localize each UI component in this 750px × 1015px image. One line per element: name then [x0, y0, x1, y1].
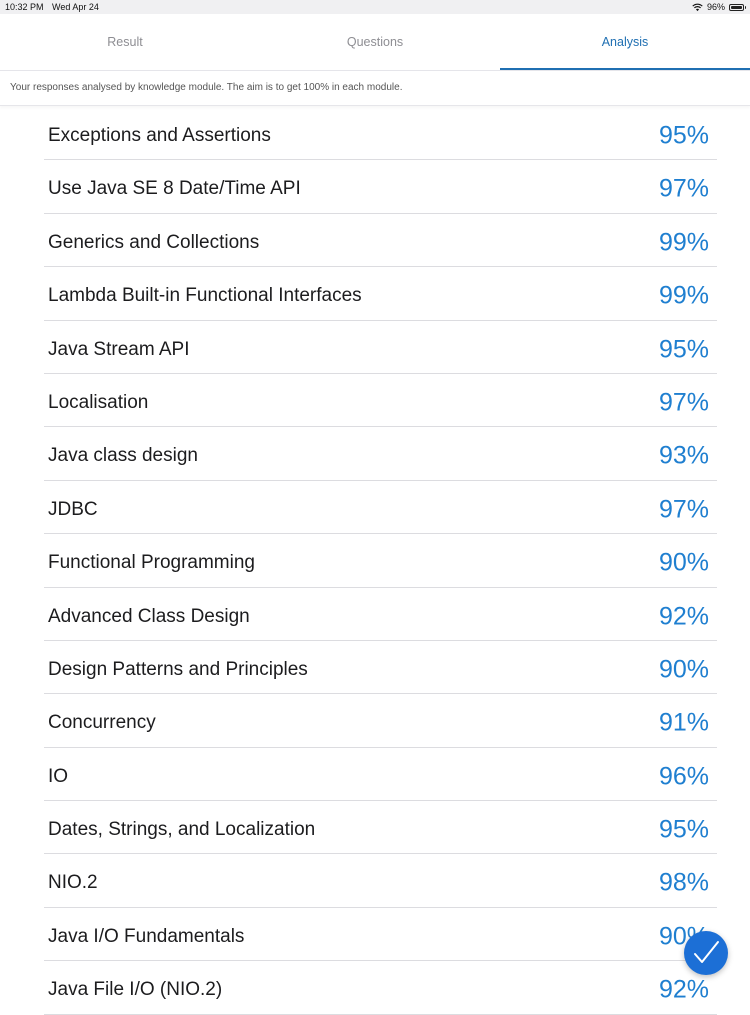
module-name: Functional Programming	[48, 552, 255, 574]
tab-bar: Result Questions Analysis	[0, 14, 750, 70]
module-score: 99%	[658, 228, 709, 257]
module-score: 97%	[658, 174, 709, 203]
module-name: Java File I/O (NIO.2)	[48, 979, 223, 1001]
module-row[interactable]: Java class design 93%	[44, 427, 717, 481]
module-score: 96%	[658, 762, 709, 791]
module-row[interactable]: Use Java SE 8 Date/Time API 97%	[44, 160, 717, 214]
module-name: Dates, Strings, and Localization	[48, 819, 316, 841]
battery-percent: 96%	[706, 2, 725, 12]
module-score: 95%	[658, 121, 709, 150]
module-row[interactable]: Exceptions and Assertions 95%	[44, 107, 717, 161]
module-name: NIO.2	[48, 872, 98, 894]
module-name: Localisation	[48, 391, 149, 413]
module-name: Exceptions and Assertions	[48, 125, 271, 146]
module-name: JDBC	[48, 498, 98, 520]
tab-questions[interactable]: Questions	[250, 14, 500, 70]
module-score: 92%	[658, 602, 709, 631]
module-name: Design Patterns and Principles	[48, 658, 308, 680]
status-time: 10:32 PM	[5, 2, 44, 12]
module-row[interactable]: Design Patterns and Principles 90%	[44, 641, 717, 695]
module-row[interactable]: Localisation 97%	[44, 374, 717, 428]
module-name: Use Java SE 8 Date/Time API	[48, 178, 301, 200]
check-fab-button[interactable]	[684, 931, 728, 975]
module-score: 99%	[658, 281, 709, 310]
tab-result[interactable]: Result	[0, 14, 250, 70]
module-score: 93%	[658, 441, 709, 470]
module-name: IO	[48, 765, 69, 787]
status-bar: 10:32 PM Wed Apr 24 96%	[0, 0, 750, 14]
module-score: 91%	[658, 708, 709, 737]
module-name: Concurrency	[48, 712, 156, 734]
battery-icon	[729, 3, 746, 11]
module-name: Java class design	[48, 445, 198, 467]
analysis-subtitle: Your responses analysed by knowledge mod…	[10, 82, 403, 93]
module-list[interactable]: Exceptions and Assertions 95% Use Java SE …	[0, 107, 750, 1015]
module-score: 92%	[658, 975, 709, 1004]
module-score: 97%	[658, 495, 709, 524]
module-score: 97%	[658, 388, 709, 417]
module-score: 90%	[658, 548, 709, 577]
tab-analysis[interactable]: Analysis	[500, 14, 750, 70]
module-row[interactable]: Concurrency 91%	[44, 694, 717, 748]
module-row[interactable]: JDBC 97%	[44, 481, 717, 535]
module-score: 95%	[658, 815, 709, 844]
module-row[interactable]: Java File I/O (NIO.2) 92%	[44, 961, 717, 1015]
status-date: Wed Apr 24	[52, 2, 99, 12]
module-row[interactable]: Lambda Built-in Functional Interfaces 99%	[44, 267, 717, 321]
module-row[interactable]: Java I/O Fundamentals 90%	[44, 908, 717, 962]
module-name: Generics and Collections	[48, 231, 260, 253]
module-row[interactable]: Dates, Strings, and Localization 95%	[44, 801, 717, 855]
module-score: 95%	[658, 335, 709, 364]
module-row[interactable]: IO 96%	[44, 748, 717, 802]
module-name: Java I/O Fundamentals	[48, 925, 245, 947]
module-name: Lambda Built-in Functional Interfaces	[48, 285, 362, 307]
module-row[interactable]: Advanced Class Design 92%	[44, 588, 717, 641]
module-score: 98%	[658, 868, 709, 897]
module-name: Advanced Class Design	[48, 605, 250, 627]
status-right: 96%	[692, 2, 746, 12]
module-score: 90%	[658, 655, 709, 684]
module-row[interactable]: NIO.2 98%	[44, 854, 717, 908]
module-row[interactable]: Generics and Collections 99%	[44, 214, 717, 268]
wifi-icon	[692, 3, 703, 11]
checkmark-icon	[694, 941, 719, 963]
module-row[interactable]: Java Stream API 95%	[44, 321, 717, 374]
module-name: Java Stream API	[48, 338, 190, 360]
module-row[interactable]: Functional Programming 90%	[44, 534, 717, 588]
subtitle-bar: Your responses analysed by knowledge mod…	[0, 71, 750, 106]
